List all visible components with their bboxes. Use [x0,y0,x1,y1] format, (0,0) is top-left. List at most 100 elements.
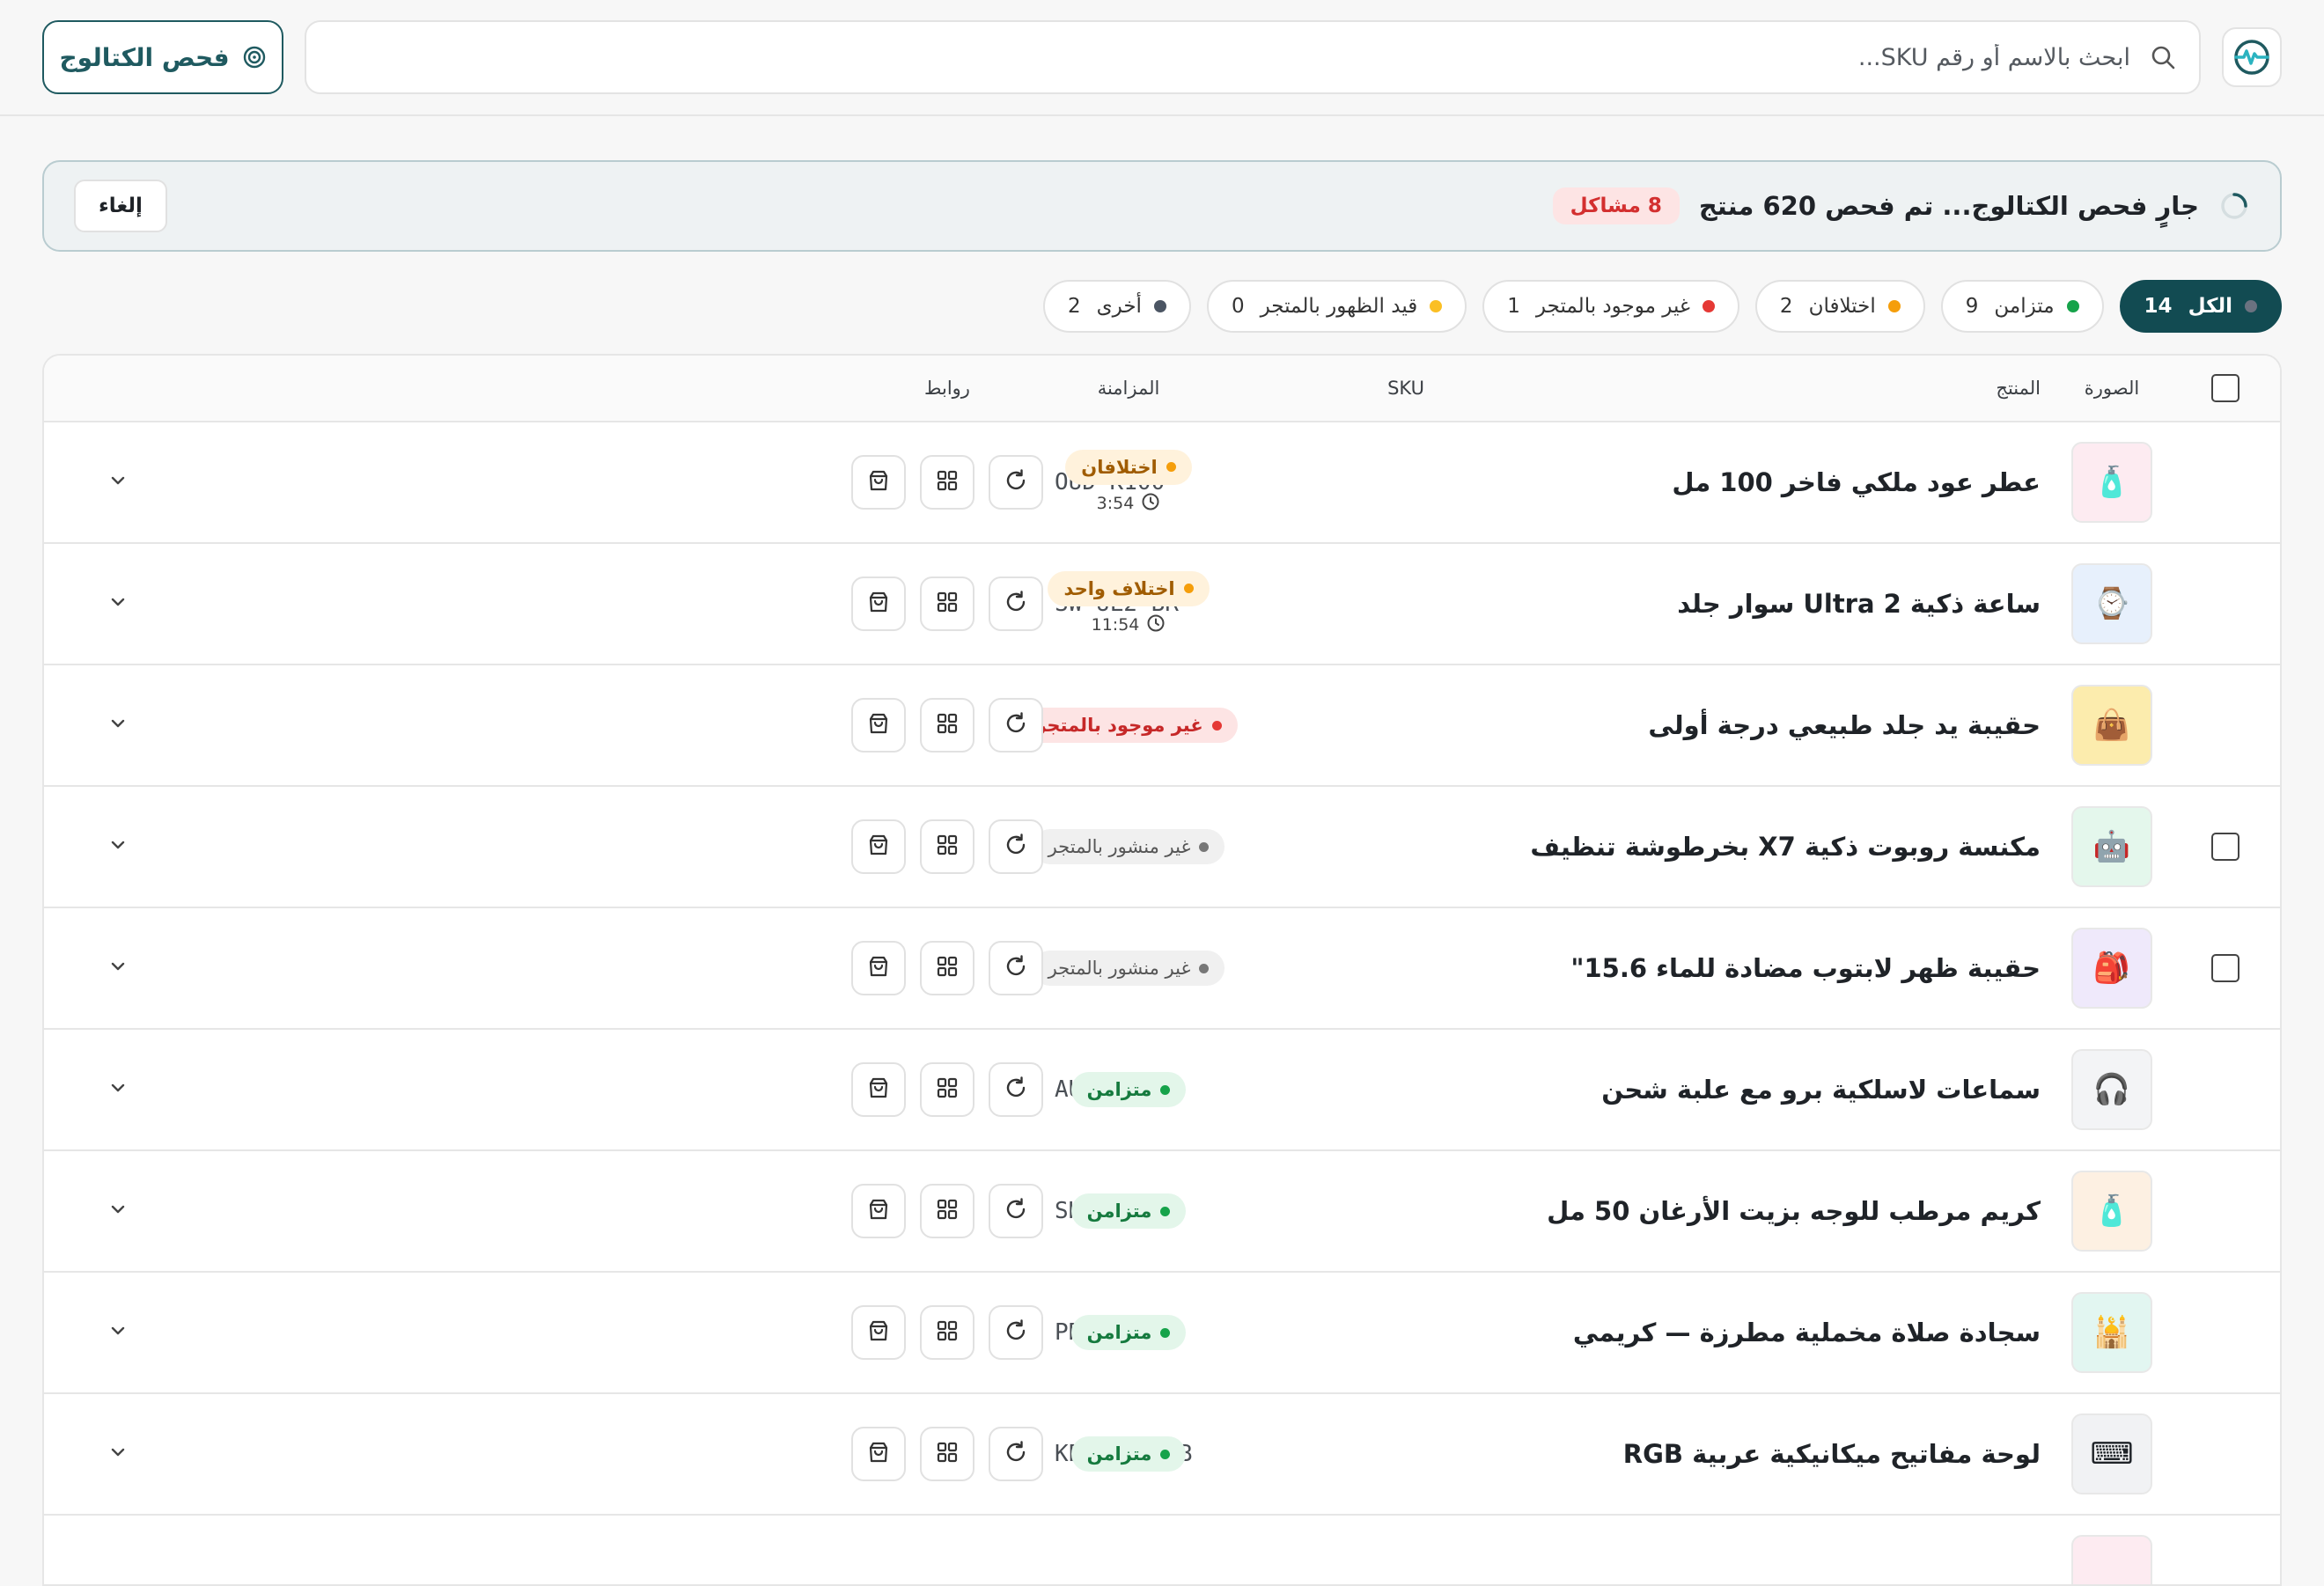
filter-two-differences[interactable]: اختلافان 2 [1754,280,1925,333]
issues-badge[interactable]: 8 مشاكل [1552,187,1680,224]
links-cell [843,1151,1051,1271]
table-row[interactable]: 🧴 كريم مرطب للوجه بزيت الأرغان 50 مل SK-… [44,1151,2280,1273]
product-thumbnail[interactable]: ⌚ [2071,563,2152,644]
product-name[interactable]: ساعة ذكية Ultra 2 سوار جلد [1677,589,2041,619]
resync-button[interactable] [989,576,1043,631]
open-store-button[interactable] [851,576,906,631]
sync-status-label: اختلاف واحد [1063,577,1175,599]
open-store-button[interactable] [851,455,906,510]
select-all-checkbox[interactable] [2211,374,2239,402]
open-store-button[interactable] [851,698,906,753]
product-name[interactable]: سجادة صلاة مخملية مطرزة — كريمي [1573,1318,2041,1347]
filter-count: 2 [1779,295,1793,318]
product-name[interactable]: حقيبة يد جلد طبيعي درجة أولى [1648,710,2041,740]
sync-status-badge[interactable]: متزامن [1070,1436,1187,1472]
product-name[interactable]: لوحة مفاتيح ميكانيكية عربية RGB [1623,1439,2041,1469]
sync-status-badge[interactable]: متزامن [1070,1072,1187,1107]
open-dashboard-button[interactable] [920,1184,974,1238]
filter-pending-publish[interactable]: قيد الظهور بالمتجر 0 [1206,280,1467,333]
table-row[interactable]: 👜 حقيبة يد جلد طبيعي درجة أولى HB-LTH-01… [44,665,2280,787]
resync-button[interactable] [989,941,1043,995]
row-checkbox[interactable] [2211,833,2239,861]
sync-status-badge[interactable]: اختلاف واحد [1048,570,1210,606]
sync-status-badge[interactable]: غير موجود بالمتجر [1019,708,1238,743]
backpack-icon: 🎒 [2092,951,2131,986]
row-checkbox[interactable] [2211,954,2239,982]
open-dashboard-button[interactable] [920,698,974,753]
chevron-down-icon[interactable] [107,469,129,496]
table-row[interactable]: ⌨ لوحة مفاتيح ميكانيكية عربية RGB KB-MEC… [44,1394,2280,1516]
table-row[interactable]: 🎧 سماعات لاسلكية برو مع علبة شحن AU-PRO-… [44,1030,2280,1151]
product-name[interactable]: سماعات لاسلكية برو مع علبة شحن [1601,1075,2041,1105]
product-name[interactable]: كريم مرطب للوجه بزيت الأرغان 50 مل [1547,1196,2041,1226]
resync-button[interactable] [989,1184,1043,1238]
resync-button[interactable] [989,455,1043,510]
chevron-down-icon[interactable] [107,1441,129,1467]
product-thumbnail[interactable]: 🎧 [2071,1049,2152,1130]
resync-button[interactable] [989,819,1043,874]
chevron-down-icon[interactable] [107,1319,129,1346]
resync-button[interactable] [989,698,1043,753]
chevron-down-icon[interactable] [107,1198,129,1224]
sync-status-badge[interactable]: غير منشور بالمتجر [1032,829,1225,864]
column-header-product[interactable]: المنتج [1996,356,2041,421]
filter-all[interactable]: الكل 14 [2119,280,2282,333]
product-name[interactable]: مكنسة روبوت ذكية X7 بخرطوشة تنظيف [1530,832,2041,862]
product-name-cell: كريم مرطب للوجه بزيت الأرغان 50 مل [1372,1151,2041,1271]
product-thumbnail[interactable]: 🧴 [2071,442,2152,523]
filter-label: اختلافان [1808,295,1876,318]
product-thumbnail[interactable] [2071,1535,2152,1584]
resync-button[interactable] [989,1062,1043,1117]
product-thumbnail[interactable]: 🤖 [2071,806,2152,887]
sync-status-badge[interactable]: متزامن [1070,1315,1187,1350]
product-thumbnail[interactable]: ⌨ [2071,1413,2152,1494]
open-dashboard-button[interactable] [920,455,974,510]
scan-catalog-label: فحص الكتالوج [59,42,230,72]
open-store-button[interactable] [851,1305,906,1360]
chevron-down-icon[interactable] [107,591,129,617]
open-dashboard-button[interactable] [920,819,974,874]
product-name-cell: سجادة صلاة مخملية مطرزة — كريمي [1372,1273,2041,1392]
sync-status-badge[interactable]: متزامن [1070,1193,1187,1229]
product-name[interactable]: عطر عود ملكي فاخر 100 مل [1672,467,2041,497]
filter-other[interactable]: أخرى 2 [1042,280,1191,333]
status-dot [1166,462,1176,472]
search-input[interactable] [329,43,2130,71]
open-store-button[interactable] [851,1184,906,1238]
filter-missing-in-store[interactable]: غير موجود بالمتجر 1 [1482,280,1739,333]
open-store-button[interactable] [851,941,906,995]
open-store-button[interactable] [851,819,906,874]
open-store-button[interactable] [851,1062,906,1117]
product-thumbnail[interactable]: 🧴 [2071,1171,2152,1252]
product-name[interactable]: حقيبة ظهر لابتوب مضادة للماء 15.6" [1570,953,2041,983]
open-dashboard-button[interactable] [920,1062,974,1117]
table-row[interactable]: 🧴 عطر عود ملكي فاخر 100 مل OUD-K100 اختل… [44,422,2280,544]
open-dashboard-button[interactable] [920,576,974,631]
table-row[interactable] [44,1516,2280,1584]
table-row[interactable]: ⌚ ساعة ذكية Ultra 2 سوار جلد SW-UL2-BR ا… [44,544,2280,665]
sync-status-badge[interactable]: اختلافان [1065,449,1192,485]
app-logo[interactable] [2222,27,2282,87]
open-dashboard-button[interactable] [920,941,974,995]
search-icon[interactable] [2150,44,2176,70]
table-row[interactable]: 🎒 حقيبة ظهر لابتوب مضادة للماء 15.6" BP-… [44,908,2280,1030]
chevron-down-icon[interactable] [107,1076,129,1103]
scan-catalog-button[interactable]: فحص الكتالوج [42,20,283,94]
chevron-down-icon[interactable] [107,712,129,738]
table-row[interactable]: 🤖 مكنسة روبوت ذكية X7 بخرطوشة تنظيف RB-X… [44,787,2280,908]
product-thumbnail[interactable]: 🕌 [2071,1292,2152,1373]
chevron-down-icon[interactable] [107,955,129,981]
table-row[interactable]: 🕌 سجادة صلاة مخملية مطرزة — كريمي PR-VL-… [44,1273,2280,1394]
filter-synced[interactable]: متزامن 9 [1940,280,2104,333]
clock-icon [1141,492,1160,516]
resync-button[interactable] [989,1427,1043,1481]
product-thumbnail[interactable]: 👜 [2071,685,2152,766]
chevron-down-icon[interactable] [107,833,129,860]
product-thumbnail[interactable]: 🎒 [2071,928,2152,1009]
cancel-scan-button[interactable]: إلغاء [74,180,167,232]
open-store-button[interactable] [851,1427,906,1481]
sync-status-badge[interactable]: غير منشور بالمتجر [1032,951,1225,986]
resync-button[interactable] [989,1305,1043,1360]
open-dashboard-button[interactable] [920,1427,974,1481]
open-dashboard-button[interactable] [920,1305,974,1360]
